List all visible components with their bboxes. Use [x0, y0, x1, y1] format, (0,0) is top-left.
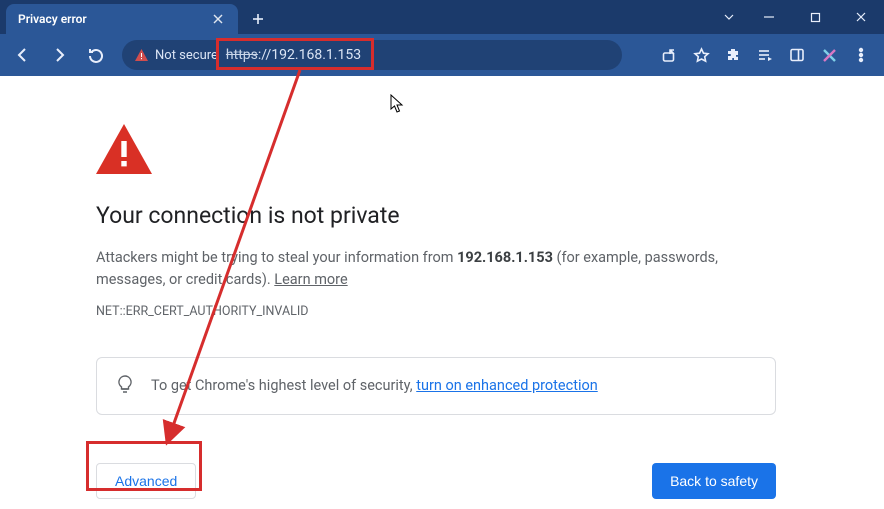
side-panel-button[interactable]: [782, 40, 812, 70]
window-maximize-button[interactable]: [792, 0, 838, 34]
toolbar-right: [654, 40, 876, 70]
nav-forward-button[interactable]: [44, 40, 74, 70]
menu-button[interactable]: [846, 40, 876, 70]
nav-back-button[interactable]: [8, 40, 38, 70]
page-heading: Your connection is not private: [96, 202, 776, 229]
url-rest: ://192.168.1.153: [258, 47, 361, 63]
privacy-error-page: Your connection is not private Attackers…: [96, 76, 776, 499]
toolbar: Not secure https://192.168.1.153: [0, 34, 884, 76]
address-bar[interactable]: Not secure https://192.168.1.153: [122, 40, 622, 70]
window-controls: [712, 0, 884, 34]
tab-close-button[interactable]: [210, 11, 226, 27]
tab-title: Privacy error: [18, 12, 202, 26]
profile-button[interactable]: [814, 40, 844, 70]
tip-text-wrap: To get Chrome's highest level of securit…: [151, 377, 598, 394]
window-minimize-button[interactable]: [746, 0, 792, 34]
warning-triangle-icon: [96, 124, 776, 178]
url-scheme: https: [226, 47, 258, 63]
enhanced-protection-tip: To get Chrome's highest level of securit…: [96, 357, 776, 415]
bookmark-button[interactable]: [686, 40, 716, 70]
learn-more-link[interactable]: Learn more: [274, 271, 347, 288]
share-button[interactable]: [654, 40, 684, 70]
warning-triangle-icon: [134, 48, 149, 63]
media-control-button[interactable]: [750, 40, 780, 70]
error-code: NET::ERR_CERT_AUTHORITY_INVALID: [96, 304, 776, 319]
browser-tab[interactable]: Privacy error: [6, 4, 238, 34]
enhanced-protection-link[interactable]: turn on enhanced protection: [416, 377, 598, 394]
url-text: https://192.168.1.153: [226, 47, 361, 63]
window-close-button[interactable]: [838, 0, 884, 34]
back-to-safety-button[interactable]: Back to safety: [652, 463, 776, 499]
advanced-button[interactable]: Advanced: [96, 463, 196, 499]
lightbulb-icon: [115, 374, 135, 398]
button-row: Advanced Back to safety: [96, 463, 776, 499]
titlebar: Privacy error: [0, 0, 884, 34]
browser-window: Privacy error: [0, 0, 884, 509]
nav-reload-button[interactable]: [80, 40, 110, 70]
new-tab-button[interactable]: [244, 4, 272, 34]
tab-search-button[interactable]: [712, 0, 746, 34]
body-prefix: Attackers might be trying to steal your …: [96, 249, 457, 266]
security-indicator[interactable]: Not secure: [134, 48, 218, 63]
page-content: Your connection is not private Attackers…: [0, 76, 884, 509]
extensions-button[interactable]: [718, 40, 748, 70]
security-label: Not secure: [155, 48, 218, 63]
tip-text: To get Chrome's highest level of securit…: [151, 377, 416, 394]
body-host: 192.168.1.153: [457, 249, 553, 266]
warning-body: Attackers might be trying to steal your …: [96, 247, 776, 292]
